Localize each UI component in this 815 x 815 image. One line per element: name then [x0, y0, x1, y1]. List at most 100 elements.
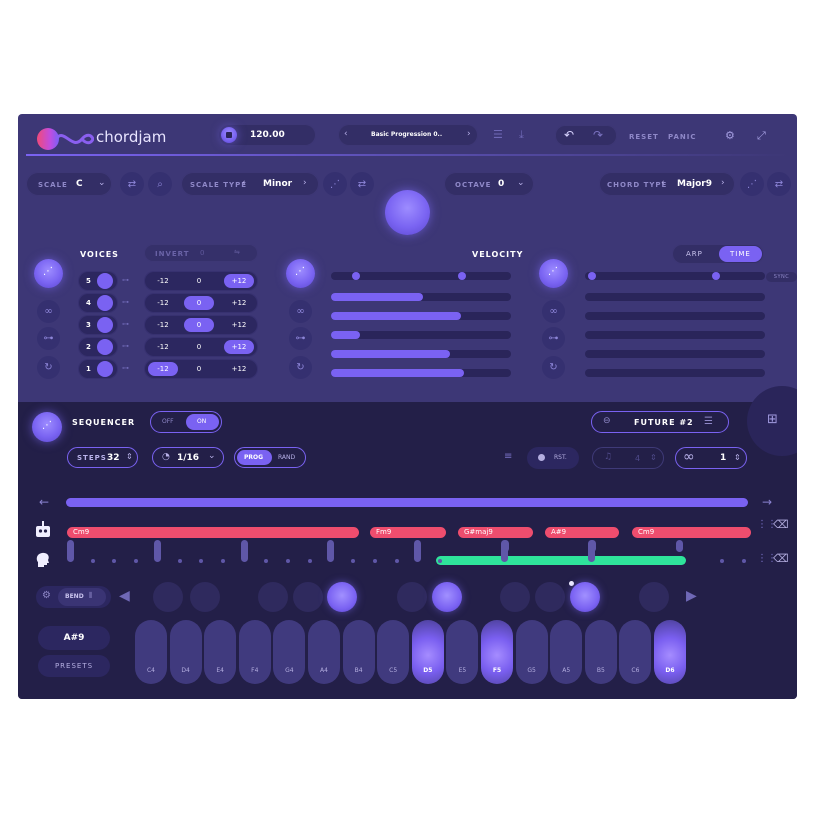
time-cycle-icon[interactable]: ↻: [542, 356, 565, 379]
page-indicator-dot[interactable]: [569, 581, 574, 586]
range-low-handle[interactable]: [588, 272, 596, 280]
random-icon[interactable]: ⋰: [323, 172, 347, 196]
velocity-bars-level-slider[interactable]: [331, 350, 511, 358]
step-dot[interactable]: [308, 559, 312, 563]
voice-octave-selector[interactable]: -12 0 +12: [144, 293, 258, 313]
chord-pad[interactable]: [432, 582, 462, 612]
pads-next-icon[interactable]: ▶: [686, 588, 697, 604]
gear-icon[interactable]: ⚙: [725, 129, 735, 142]
time-bars-level-slider[interactable]: [585, 312, 765, 320]
voice-octave-low[interactable]: -12: [148, 343, 178, 351]
voice-toggle[interactable]: 3: [78, 315, 118, 335]
random-chord-icon[interactable]: ⋰: [740, 172, 764, 196]
key-icon[interactable]: ⊶: [37, 327, 60, 350]
time-bars-level-slider[interactable]: [585, 293, 765, 301]
rate-selector[interactable]: ◔ 1/16 ⌄: [152, 447, 224, 468]
held-note-bar[interactable]: [436, 556, 686, 565]
chord-pad[interactable]: [535, 582, 565, 612]
redo-icon[interactable]: ↷: [593, 128, 603, 142]
piano-key[interactable]: F5: [481, 620, 513, 684]
voice-knob[interactable]: [97, 361, 113, 377]
chord-block[interactable]: Cm9: [632, 527, 751, 538]
voice-octave-mid[interactable]: 0: [184, 321, 214, 329]
piano-key[interactable]: B5: [584, 620, 617, 684]
undo-icon[interactable]: ↶: [564, 128, 574, 142]
presets-button[interactable]: PRESETS: [38, 655, 110, 677]
voice-knob[interactable]: [97, 339, 113, 355]
step-dot[interactable]: [373, 559, 377, 563]
voice-octave-selector[interactable]: -12 0 +12: [144, 315, 258, 335]
step-dot[interactable]: [134, 559, 138, 563]
time-key-icon[interactable]: ⊶: [542, 327, 565, 350]
piano-key[interactable]: B4: [342, 620, 375, 684]
chord-block[interactable]: Fm9: [370, 527, 446, 538]
range-low-handle[interactable]: [352, 272, 360, 280]
swap-chord-icon[interactable]: ⇄: [767, 172, 791, 196]
voice-knob[interactable]: [97, 317, 113, 333]
voice-octave-mid[interactable]: 0: [184, 299, 214, 307]
time-bars-level-slider[interactable]: [585, 331, 765, 339]
arp-tab[interactable]: ARP: [686, 250, 703, 258]
clear-chords-icon[interactable]: ⌫: [773, 518, 789, 531]
arp-time-toggle[interactable]: ARP TIME: [672, 244, 764, 264]
velocity-bars-range-slider[interactable]: [331, 272, 511, 280]
piano-key[interactable]: G4: [273, 620, 306, 684]
arrow-left-icon[interactable]: ←: [39, 495, 49, 509]
note-count-stepper-icon[interactable]: ⇕: [650, 453, 657, 462]
rand-label[interactable]: RAND: [278, 454, 295, 461]
tempo-field[interactable]: 120.00: [218, 124, 316, 146]
chord-pad[interactable]: [327, 582, 357, 612]
panic-button[interactable]: PANIC: [668, 133, 697, 141]
cycle-icon[interactable]: ↻: [37, 356, 60, 379]
time-random-button[interactable]: ⋰: [539, 259, 568, 288]
chord-pad[interactable]: [153, 582, 183, 612]
step-dot[interactable]: [199, 559, 203, 563]
bend-control[interactable]: ⚙ BEND ⦀: [36, 586, 111, 608]
step-dot[interactable]: [264, 559, 268, 563]
loop-selector[interactable]: ∞ 1 ⇕: [675, 447, 747, 469]
prev-chord-type-icon[interactable]: ‹: [661, 178, 665, 188]
piano-key[interactable]: D6: [654, 620, 686, 684]
progression-selector[interactable]: ‹ Basic Progression 0.. ›: [338, 124, 478, 146]
play-stop-button[interactable]: [221, 127, 237, 143]
piano-key[interactable]: C6: [619, 620, 652, 684]
step-dot[interactable]: [286, 559, 290, 563]
velocity-cycle-icon[interactable]: ↻: [289, 356, 312, 379]
prev-scale-type-icon[interactable]: ‹: [242, 178, 246, 188]
grid-button[interactable]: ⊞: [747, 386, 797, 456]
search-icon[interactable]: ⌕: [148, 172, 172, 196]
range-high-handle[interactable]: [458, 272, 466, 280]
voice-octave-low[interactable]: -12: [148, 299, 178, 307]
velocity-link-icon[interactable]: ∞: [289, 300, 312, 323]
bend-button[interactable]: BEND ⦀: [58, 588, 106, 606]
voice-octave-low[interactable]: -12: [148, 321, 178, 329]
voice-octave-mid[interactable]: 0: [184, 343, 214, 351]
reset-button[interactable]: RESET: [629, 133, 659, 141]
preset-menu-icon[interactable]: ☰: [704, 416, 713, 427]
step-dot[interactable]: [351, 559, 355, 563]
step-marker[interactable]: [327, 540, 334, 562]
piano-key[interactable]: D4: [169, 620, 202, 684]
chord-pad[interactable]: [639, 582, 669, 612]
scale-type-selector[interactable]: SCALE TYPE ‹ Minor ›: [181, 172, 319, 196]
range-high-handle[interactable]: [712, 272, 720, 280]
voice-octave-selector[interactable]: -12 0 +12: [144, 359, 258, 379]
step-dot[interactable]: [112, 559, 116, 563]
step-dot[interactable]: [720, 559, 724, 563]
download-icon[interactable]: ⤓: [519, 128, 524, 142]
step-dot[interactable]: [221, 559, 225, 563]
piano-key[interactable]: C4: [135, 620, 167, 684]
time-bars-range-slider[interactable]: [585, 272, 765, 280]
piano-key[interactable]: A4: [308, 620, 340, 684]
prev-progression-icon[interactable]: ‹: [344, 129, 348, 139]
step-marker[interactable]: [676, 540, 683, 552]
step-dot[interactable]: [395, 559, 399, 563]
step-marker[interactable]: [67, 540, 74, 562]
step-dot[interactable]: [91, 559, 95, 563]
voice-octave-high[interactable]: +12: [224, 277, 254, 285]
sequencer-random-button[interactable]: ⋰: [32, 412, 62, 442]
chord-pad[interactable]: [258, 582, 288, 612]
chord-block[interactable]: G#maj9: [458, 527, 533, 538]
expand-icon[interactable]: ⤢: [757, 129, 766, 143]
pattern-progress-track[interactable]: [66, 498, 748, 507]
